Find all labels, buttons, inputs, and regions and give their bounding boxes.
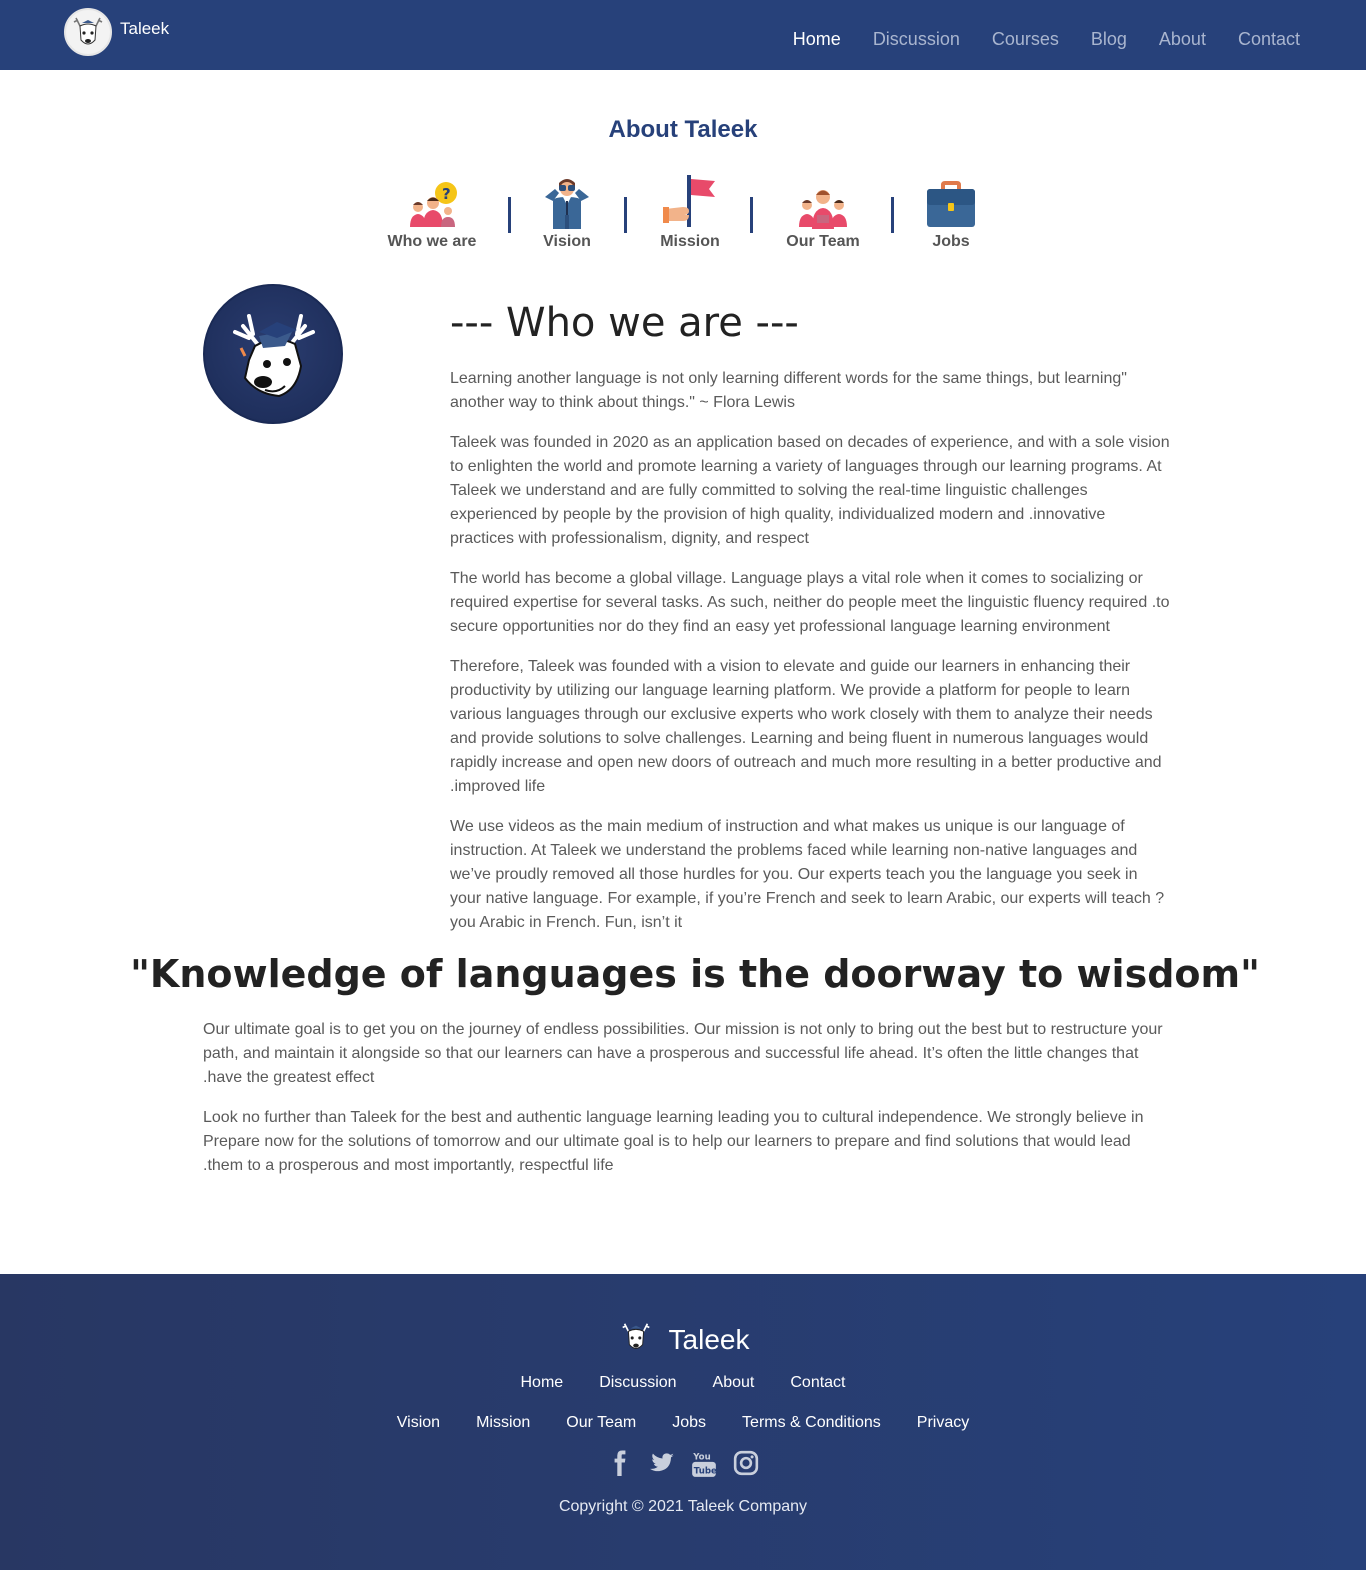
section-divider xyxy=(624,197,627,233)
quote-heading: "Knowledge of languages is the doorway t… xyxy=(130,952,1260,996)
who-we-are-body: Learning another language is not only le… xyxy=(450,367,1170,951)
footer-link-jobs[interactable]: Jobs xyxy=(672,1414,706,1432)
copyright-text: Copyright © 2021 Taleek Company xyxy=(558,1498,808,1515)
nav-home[interactable]: Home xyxy=(793,29,841,50)
nav-discussion[interactable]: Discussion xyxy=(873,29,960,50)
nav-contact[interactable]: Contact xyxy=(1238,29,1300,50)
footer-link-terms[interactable]: Terms & Conditions xyxy=(742,1414,881,1432)
people-question-icon: ? xyxy=(386,175,478,229)
section-mission[interactable]: Mission xyxy=(658,175,722,251)
footer-links-primary: Home Discussion About Contact xyxy=(0,1374,1366,1392)
paragraph: We use videos as the main medium of inst… xyxy=(450,818,1165,931)
section-label: Our Team xyxy=(786,233,860,250)
footer-link-home[interactable]: Home xyxy=(521,1374,564,1392)
paragraph: Look no further than Taleek for the best… xyxy=(203,1109,1144,1174)
svg-text:?: ? xyxy=(442,185,451,203)
youtube-icon[interactable]: You Tube xyxy=(691,1450,717,1478)
deer-logo-icon xyxy=(203,284,343,424)
nav-menu: Home Discussion Courses Blog About Conta… xyxy=(761,29,1300,50)
section-who-we-are[interactable]: ? Who we are xyxy=(386,175,478,251)
footer-link-discussion[interactable]: Discussion xyxy=(599,1374,676,1392)
paragraph: Our ultimate goal is to get you on the j… xyxy=(203,1021,1163,1086)
footer-link-vision[interactable]: Vision xyxy=(397,1414,440,1432)
deer-logo-icon xyxy=(617,1318,655,1361)
deer-logo-icon xyxy=(64,8,112,56)
brand-name: Taleek xyxy=(120,19,170,38)
navbar: Taleek Home Discussion Courses Blog Abou… xyxy=(0,0,1366,70)
closing-body: Our ultimate goal is to get you on the j… xyxy=(203,1018,1173,1194)
footer-link-contact[interactable]: Contact xyxy=(790,1374,845,1392)
section-divider xyxy=(508,197,511,233)
social-links: You Tube xyxy=(0,1450,1366,1478)
section-vision[interactable]: Vision xyxy=(540,175,594,251)
nav-about[interactable]: About xyxy=(1159,29,1206,50)
footer-links-secondary: Vision Mission Our Team Jobs Terms & Con… xyxy=(0,1414,1366,1432)
section-divider xyxy=(750,197,753,233)
section-label: Vision xyxy=(543,233,591,250)
section-our-team[interactable]: Our Team xyxy=(784,175,862,251)
footer-link-privacy[interactable]: Privacy xyxy=(917,1414,969,1432)
nav-blog[interactable]: Blog xyxy=(1091,29,1127,50)
footer-brand[interactable]: Taleek xyxy=(0,1318,1366,1361)
section-jobs[interactable]: Jobs xyxy=(924,175,978,251)
flag-hand-icon xyxy=(658,175,722,229)
briefcase-icon xyxy=(924,175,978,229)
section-label: Jobs xyxy=(932,233,970,250)
section-divider xyxy=(891,197,894,233)
footer-link-mission[interactable]: Mission xyxy=(476,1414,530,1432)
footer: Taleek Home Discussion About Contact Vis… xyxy=(0,1274,1366,1570)
instagram-icon[interactable] xyxy=(733,1450,759,1478)
section-label: Mission xyxy=(660,233,720,250)
nav-courses[interactable]: Courses xyxy=(992,29,1059,50)
paragraph: The world has become a global village. L… xyxy=(450,570,1170,635)
svg-text:You: You xyxy=(692,1453,711,1463)
team-icon xyxy=(784,175,862,229)
svg-text:Tube: Tube xyxy=(694,1467,717,1477)
footer-brand-name: Taleek xyxy=(668,1323,750,1355)
paragraph: Taleek was founded in 2020 as an applica… xyxy=(450,434,1170,547)
brand-link[interactable]: Taleek xyxy=(64,8,169,56)
paragraph: Therefore, Taleek was founded with a vis… xyxy=(450,658,1162,795)
section-label: Who we are xyxy=(387,233,477,250)
who-we-are-title: --- Who we are --- xyxy=(450,300,799,346)
footer-link-about[interactable]: About xyxy=(713,1374,755,1392)
footer-link-our-team[interactable]: Our Team xyxy=(566,1414,636,1432)
facebook-icon[interactable] xyxy=(607,1450,633,1478)
twitter-icon[interactable] xyxy=(649,1450,675,1478)
binoculars-person-icon xyxy=(540,175,594,229)
page-title: About Taleek xyxy=(608,116,758,143)
paragraph: Learning another language is not only le… xyxy=(450,370,1127,411)
